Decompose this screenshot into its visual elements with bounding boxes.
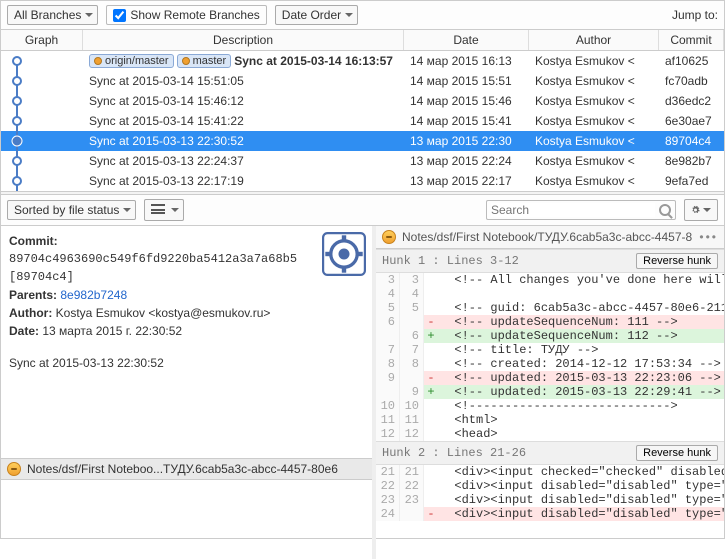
diff-line[interactable]: 6+ <!-- updateSequenceNum: 112 --> [376, 329, 724, 343]
list-icon [151, 204, 165, 214]
search-input[interactable] [491, 203, 655, 217]
diff-line[interactable]: 1212 <head> [376, 427, 724, 441]
commit-row[interactable]: Sync at 2015-03-13 22:24:3713 мар 2015 2… [1, 151, 724, 171]
header-commit[interactable]: Commit [659, 30, 724, 50]
show-remote-checkbox[interactable]: Show Remote Branches [106, 5, 266, 25]
search-box[interactable] [486, 200, 676, 220]
diff-line[interactable]: 9- <!-- updated: 2015-03-13 22:23:06 --> [376, 371, 724, 385]
diff-line[interactable]: 55 <!-- guid: 6cab5a3c-abcc-4457-80e6-21… [376, 301, 724, 315]
header-graph[interactable]: Graph [1, 30, 83, 50]
diff-line[interactable]: 1111 <html> [376, 413, 724, 427]
show-remote-label: Show Remote Branches [130, 8, 259, 22]
search-icon [659, 204, 671, 216]
branches-dropdown[interactable]: All Branches [7, 5, 98, 25]
jump-to-label: Jump to: [672, 8, 718, 22]
commit-rows: origin/mastermasterSync at 2015-03-14 16… [1, 51, 724, 191]
commit-message: Sync at 2015-03-13 22:30:52 [9, 354, 364, 372]
changed-file-name: Notes/dsf/First Noteboo...ТУДУ.6cab5a3c-… [27, 462, 338, 476]
date-label: Date: [9, 324, 39, 338]
diff-file-header: Notes/dsf/First Notebook/ТУДУ.6cab5a3c-a… [376, 226, 724, 249]
sort-dropdown[interactable]: Sorted by file status [7, 200, 136, 220]
commit-row[interactable]: Sync at 2015-03-13 22:17:1913 мар 2015 2… [1, 171, 724, 191]
diff-line[interactable]: 1010 <!----------------------------> [376, 399, 724, 413]
remote-branch-tag[interactable]: origin/master [89, 54, 174, 68]
settings-dropdown[interactable] [684, 199, 718, 221]
diff-line[interactable]: 44 [376, 287, 724, 301]
header-date[interactable]: Date [404, 30, 529, 50]
diff-line[interactable]: 33 <!-- All changes you've done here wil… [376, 273, 724, 287]
commit-label: Commit: [9, 234, 58, 248]
diff-line[interactable]: 2121 <div><input checked="checked" disab… [376, 465, 724, 479]
author-value: Kostya Esmukov <kostya@esmukov.ru> [56, 306, 271, 320]
commit-hash: 89704c4963690c549f6fd9220ba5412a3a7a68b5 [9, 250, 364, 268]
diff-line[interactable]: 24- <div><input disabled="disabled" type… [376, 507, 724, 521]
top-toolbar: All Branches Show Remote Branches Date O… [1, 1, 724, 30]
date-value: 13 марта 2015 г. 22:30:52 [42, 324, 182, 338]
commit-row[interactable]: Sync at 2015-03-14 15:46:1214 мар 2015 1… [1, 91, 724, 111]
hunk-header: Hunk 2 : Lines 21-26Reverse hunk [376, 441, 724, 465]
parent-link[interactable]: 8e982b7248 [60, 288, 127, 302]
diff-body[interactable]: Hunk 1 : Lines 3-12Reverse hunk33 <!-- A… [376, 249, 724, 559]
app-icon [322, 232, 366, 276]
order-dropdown[interactable]: Date Order [275, 5, 358, 25]
hunk-header: Hunk 1 : Lines 3-12Reverse hunk [376, 249, 724, 273]
diff-line[interactable]: 2222 <div><input disabled="disabled" typ… [376, 479, 724, 493]
show-remote-check[interactable] [113, 9, 126, 22]
diff-line[interactable]: 9+ <!-- updated: 2015-03-13 22:29:41 --> [376, 385, 724, 399]
commit-row[interactable]: Sync at 2015-03-14 15:51:0514 мар 2015 1… [1, 71, 724, 91]
reverse-hunk-button[interactable]: Reverse hunk [636, 253, 718, 269]
gear-icon [691, 203, 700, 217]
header-author[interactable]: Author [529, 30, 659, 50]
commit-row[interactable]: Sync at 2015-03-14 15:41:2214 мар 2015 1… [1, 111, 724, 131]
diff-line[interactable]: 2323 <div><input disabled="disabled" typ… [376, 493, 724, 507]
changed-file-item[interactable]: Notes/dsf/First Noteboo...ТУДУ.6cab5a3c-… [1, 458, 372, 480]
commit-info: Commit: 89704c4963690c549f6fd9220ba5412a… [1, 226, 372, 378]
diff-line[interactable]: 88 <!-- created: 2014-12-12 17:53:34 --> [376, 357, 724, 371]
more-icon[interactable]: ••• [699, 230, 718, 244]
diff-file-path: Notes/dsf/First Notebook/ТУДУ.6cab5a3c-a… [402, 230, 693, 244]
modified-icon [7, 462, 21, 476]
parents-label: Parents: [9, 288, 57, 302]
diff-pane: Notes/dsf/First Notebook/ТУДУ.6cab5a3c-a… [376, 226, 724, 559]
author-label: Author: [9, 306, 52, 320]
commit-short: [89704c4] [9, 268, 364, 286]
diff-line[interactable]: 77 <!-- title: ТУДУ --> [376, 343, 724, 357]
mid-toolbar: Sorted by file status [1, 195, 724, 226]
view-mode-dropdown[interactable] [144, 199, 184, 221]
local-branch-tag[interactable]: master [177, 54, 232, 68]
commit-details-pane: Commit: 89704c4963690c549f6fd9220ba5412a… [1, 226, 376, 559]
grid-header: Graph Description Date Author Commit [1, 30, 724, 51]
modified-icon [382, 230, 396, 244]
commit-row[interactable]: origin/mastermasterSync at 2015-03-14 16… [1, 51, 724, 71]
commit-row[interactable]: Sync at 2015-03-13 22:30:5213 мар 2015 2… [1, 131, 724, 151]
diff-line[interactable]: 6- <!-- updateSequenceNum: 111 --> [376, 315, 724, 329]
reverse-hunk-button[interactable]: Reverse hunk [636, 445, 718, 461]
header-description[interactable]: Description [83, 30, 404, 50]
